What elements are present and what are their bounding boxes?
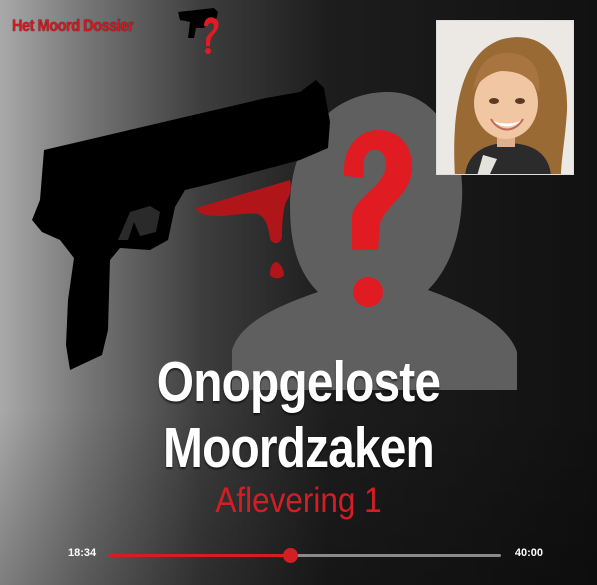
victim-portrait [436, 20, 574, 175]
pistol-question-icon [178, 8, 219, 54]
episode-label: Aflevering 1 [215, 481, 382, 520]
progress-track[interactable] [108, 548, 501, 563]
blood-icon [196, 180, 291, 279]
title-line-1: Onopgeloste [156, 350, 441, 414]
current-time: 18:34 [68, 547, 97, 559]
title-line-2: Moordzaken [163, 416, 435, 480]
progress-thumb[interactable] [283, 548, 299, 563]
audio-player: 18:34 40:00 [62, 544, 552, 566]
portrait-image [437, 21, 573, 174]
brand-logo: Het Moord Dossier [12, 6, 222, 54]
progress-fill [108, 554, 291, 557]
total-time: 40:00 [514, 547, 543, 559]
podcast-cover: Het Moord Dossier Onopgeloste Moordzaken… [0, 0, 597, 585]
brand-logo-text: Het Moord Dossier [12, 16, 134, 35]
